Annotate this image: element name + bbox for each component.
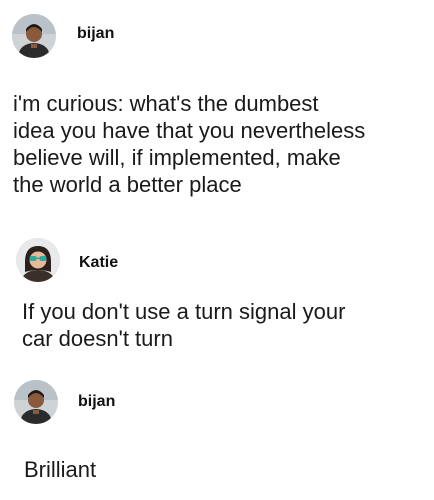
post-text-line: idea you have that you nevertheless: [13, 118, 366, 143]
post-body: Brilliant: [24, 456, 96, 483]
katie-avatar[interactable]: [16, 238, 60, 282]
post-author-name[interactable]: Katie: [79, 253, 118, 273]
post-body: If you don't use a turn signal your car …: [22, 298, 345, 352]
post-text-line: believe will, if implemented, make: [13, 145, 341, 170]
post-body: i'm curious: what's the dumbest idea you…: [13, 90, 365, 198]
bijan-avatar[interactable]: [14, 380, 58, 424]
post-author-name[interactable]: bijan: [77, 24, 114, 44]
post-text-line: car doesn't turn: [22, 326, 173, 351]
post-text-line: the world a better place: [13, 172, 242, 197]
post-text-line: i'm curious: what's the dumbest: [13, 91, 319, 116]
post-author-name[interactable]: bijan: [78, 392, 115, 412]
post-text-line: If you don't use a turn signal your: [22, 299, 346, 324]
bijan-avatar[interactable]: [12, 14, 56, 58]
post-text-line: Brilliant: [24, 457, 97, 482]
